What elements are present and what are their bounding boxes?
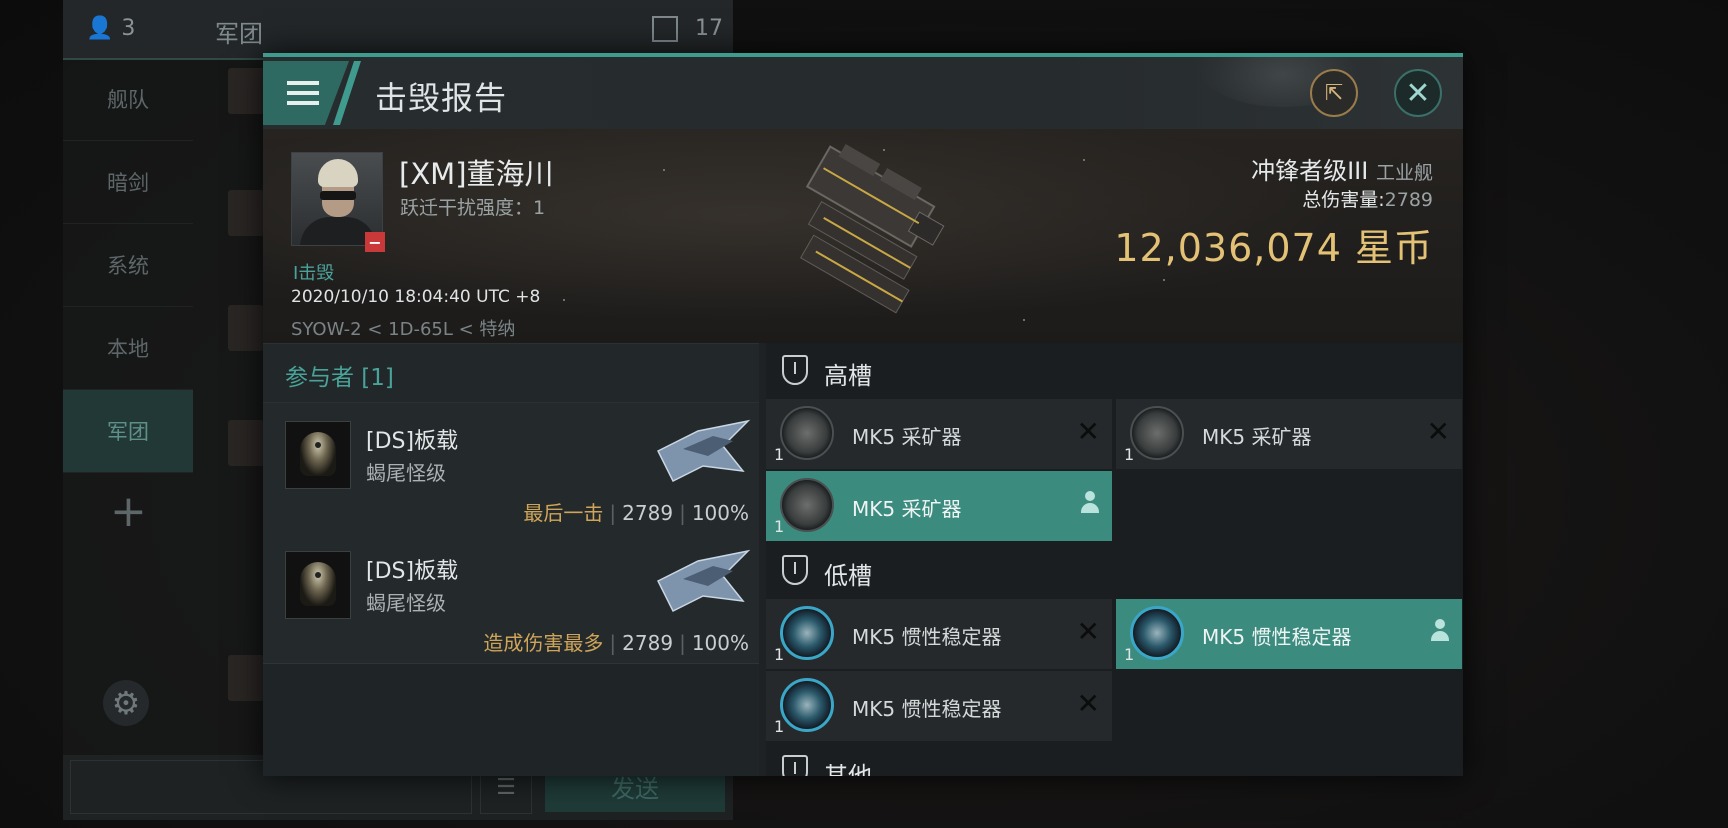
share-button[interactable]: ⇱ — [1310, 69, 1358, 117]
module-item[interactable]: 1 MK5 惯性稳定器 ✕ — [766, 671, 1112, 741]
participant-avatar — [285, 551, 351, 619]
avatar — [228, 68, 264, 114]
menu-icon[interactable] — [263, 61, 349, 125]
channel-tab-fleet[interactable]: 舰队 — [63, 58, 193, 141]
dialog-header: 击毁报告 ⇱ ✕ — [263, 57, 1463, 129]
module-item[interactable]: 1 MK5 采矿器 ✕ — [1116, 399, 1462, 469]
close-icon: ✕ — [1405, 75, 1431, 111]
participant-stats: 造成伤害最多 | 2789 | 100% — [483, 631, 749, 655]
participants-panel: 参与者 [1] [DS]板载 蝎尾怪级 最后一击 | 2789 | 100% [DS]板… — [263, 343, 759, 776]
stabilizer-icon — [1130, 606, 1184, 660]
destroyed-icon: ✕ — [1076, 415, 1100, 448]
avatar — [228, 655, 264, 701]
victim-ship-class[interactable]: 冲锋者级III 工业舰 — [1251, 151, 1433, 186]
dropped-person-icon — [1080, 489, 1100, 517]
channel-tab-corp[interactable]: 军团 — [63, 390, 193, 473]
stabilizer-icon — [780, 678, 834, 732]
high-slot-icon — [782, 355, 808, 385]
kill-report-dialog: 击毁报告 ⇱ ✕ − [XM]董海川 跃迁干扰强度：1 I击毁 2020/10/… — [263, 53, 1463, 776]
kill-time: 2020/10/10 18:04:40 UTC +8 — [291, 287, 541, 307]
share-icon: ⇱ — [1324, 80, 1344, 106]
high-slot-header: 高槽 — [766, 343, 1463, 399]
module-item[interactable]: 1 MK5 惯性稳定器 — [1116, 599, 1462, 669]
total-damage: 总伤害量:2789 — [1302, 189, 1433, 211]
hostile-badge: − — [365, 232, 385, 252]
page-title: 击毁报告 — [375, 79, 508, 117]
dropped-person-icon — [1430, 617, 1450, 645]
close-button[interactable]: ✕ — [1394, 69, 1442, 117]
destroyed-icon: ✕ — [1076, 687, 1100, 720]
participant-stats: 最后一击 | 2789 | 100% — [523, 501, 749, 525]
participant-ship-image — [656, 419, 751, 483]
victim-ship-image[interactable] — [751, 139, 991, 334]
stabilizer-icon — [780, 606, 834, 660]
channel-title: 军团 — [215, 20, 263, 48]
kill-location[interactable]: SYOW-2 < 1D-65L < 特纳 — [291, 315, 515, 341]
avatar — [228, 305, 264, 351]
message-count: 17 — [695, 16, 723, 41]
channel-tab-dark[interactable]: 暗剑 — [63, 141, 193, 224]
member-count[interactable]: 👤 3 — [86, 16, 135, 41]
other-slot-header: 其他 — [766, 743, 1463, 776]
fitting-panel: 高槽 1 MK5 采矿器 ✕ 1 MK5 采矿器 ✕ 1 MK5 采矿器 低槽 … — [766, 343, 1463, 776]
miner-icon — [1130, 406, 1184, 460]
gear-icon[interactable]: ⚙ — [103, 680, 149, 726]
warp-disruption: 跃迁干扰强度：1 — [400, 197, 546, 219]
avatar — [228, 190, 264, 236]
add-channel-icon[interactable]: + — [110, 486, 147, 537]
destroyed-icon: ✕ — [1076, 615, 1100, 648]
chat-header — [63, 0, 733, 60]
miner-icon — [780, 478, 834, 532]
module-item[interactable]: 1 MK5 采矿器 — [766, 471, 1112, 541]
participant-name: [DS]板载 — [366, 429, 459, 454]
channel-sidebar: 舰队 暗剑 系统 本地 军团 — [63, 58, 193, 758]
channel-tab-local[interactable]: 本地 — [63, 307, 193, 390]
members-icon: 👤 — [86, 16, 114, 41]
isk-value: 12,036,074 星币 — [1114, 226, 1433, 270]
participant-ship-image — [656, 549, 751, 613]
participant-ship: 蝎尾怪级 — [366, 591, 446, 615]
participants-header: 参与者 [1] — [263, 344, 759, 403]
avatar — [228, 420, 264, 466]
channel-tab-system[interactable]: 系统 — [63, 224, 193, 307]
participant-row[interactable]: [DS]板载 蝎尾怪级 最后一击 | 2789 | 100% — [263, 403, 759, 534]
kill-tag: I击毁 — [293, 263, 335, 284]
module-item[interactable]: 1 MK5 惯性稳定器 ✕ — [766, 599, 1112, 669]
victim-name[interactable]: [XM]董海川 — [399, 151, 554, 193]
message-icon[interactable] — [652, 16, 678, 42]
low-slot-icon — [782, 555, 808, 585]
participants-title: 参与者 [1] — [285, 365, 394, 391]
low-slot-header: 低槽 — [766, 543, 1463, 599]
participant-ship: 蝎尾怪级 — [366, 461, 446, 485]
other-slot-icon — [782, 755, 808, 776]
module-item[interactable]: 1 MK5 采矿器 ✕ — [766, 399, 1112, 469]
miner-icon — [780, 406, 834, 460]
participant-name: [DS]板载 — [366, 559, 459, 584]
destroyed-icon: ✕ — [1426, 415, 1450, 448]
participant-row[interactable]: [DS]板载 蝎尾怪级 造成伤害最多 | 2789 | 100% — [263, 533, 759, 664]
victim-section: − [XM]董海川 跃迁干扰强度：1 I击毁 2020/10/10 18:04:… — [263, 129, 1463, 343]
participant-avatar — [285, 421, 351, 489]
